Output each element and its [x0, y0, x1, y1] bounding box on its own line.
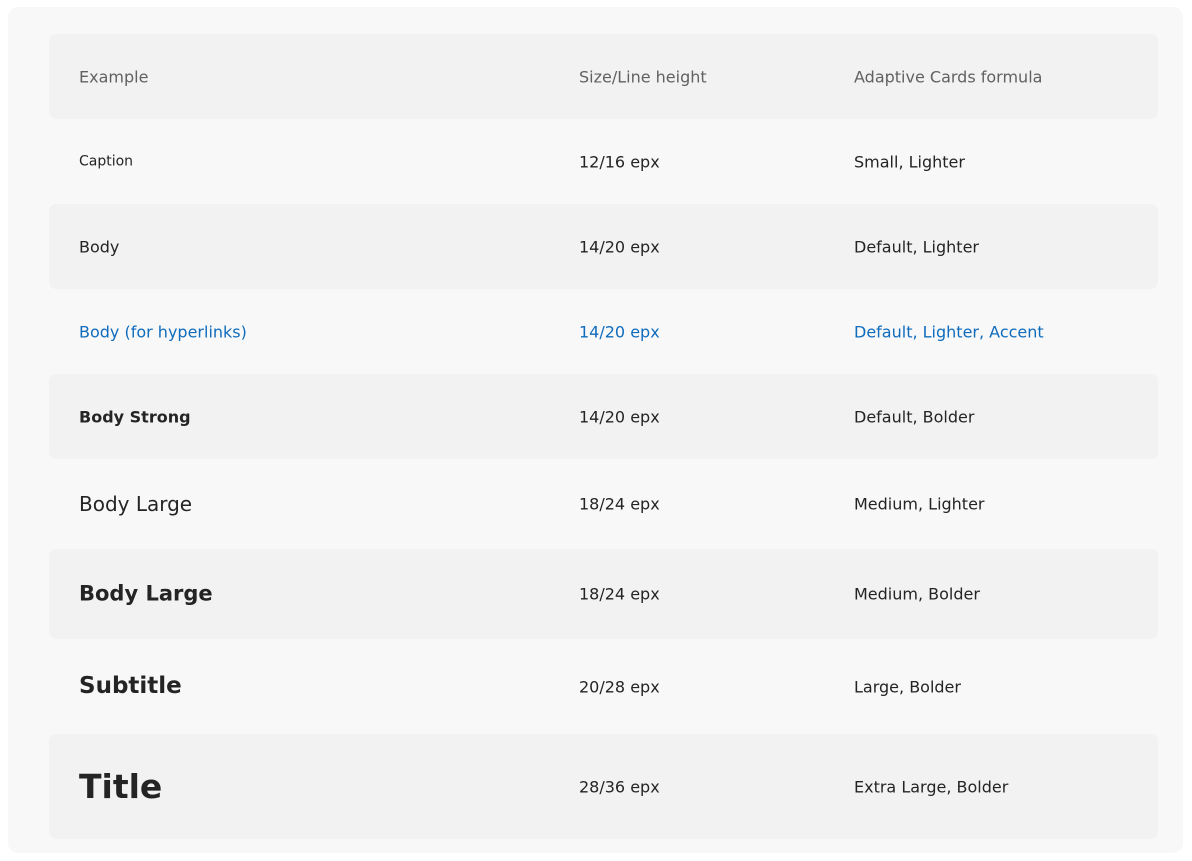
typography-table: Example Size/Line height Adaptive Cards … — [49, 34, 1158, 839]
example-caption: Caption — [79, 153, 134, 170]
example-subtitle: Subtitle — [79, 672, 182, 699]
formula-cell: Medium, Bolder — [854, 584, 980, 604]
column-header-example: Example — [79, 66, 149, 86]
example-body-large: Body Large — [79, 492, 193, 516]
size-cell: 18/24 epx — [579, 494, 660, 514]
size-cell: 14/20 epx — [579, 406, 660, 426]
table-row-body-strong: Body Strong 14/20 epx Default, Bolder — [49, 374, 1158, 459]
table-row-body-large-strong: Body Large 18/24 epx Medium, Bolder — [49, 549, 1158, 639]
formula-cell: Small, Lighter — [854, 151, 965, 171]
table-row-subtitle: Subtitle 20/28 epx Large, Bolder — [49, 639, 1158, 734]
table-row-body: Body 14/20 epx Default, Lighter — [49, 204, 1158, 289]
formula-cell: Default, Lighter — [854, 236, 979, 256]
size-cell: 28/36 epx — [579, 776, 660, 796]
table-row-body-hyperlink: Body (for hyperlinks) 14/20 epx Default,… — [49, 289, 1158, 374]
size-cell: 14/20 epx — [579, 321, 660, 341]
column-header-size: Size/Line height — [579, 66, 707, 86]
column-header-formula: Adaptive Cards formula — [854, 66, 1043, 86]
size-cell: 20/28 epx — [579, 676, 660, 696]
example-body-strong: Body Strong — [79, 406, 191, 426]
formula-cell: Default, Lighter, Accent — [854, 321, 1044, 341]
formula-cell: Extra Large, Bolder — [854, 776, 1009, 796]
table-row-title: Title 28/36 epx Extra Large, Bolder — [49, 734, 1158, 839]
formula-cell: Medium, Lighter — [854, 494, 985, 514]
example-title: Title — [79, 766, 163, 806]
size-cell: 18/24 epx — [579, 584, 660, 604]
size-cell: 14/20 epx — [579, 236, 660, 256]
example-body-hyperlink: Body (for hyperlinks) — [79, 321, 247, 341]
example-body: Body — [79, 236, 120, 256]
table-row-caption: Caption 12/16 epx Small, Lighter — [49, 119, 1158, 204]
table-header-row: Example Size/Line height Adaptive Cards … — [49, 34, 1158, 119]
formula-cell: Default, Bolder — [854, 406, 975, 426]
typography-panel: Example Size/Line height Adaptive Cards … — [8, 7, 1183, 853]
table-row-body-large: Body Large 18/24 epx Medium, Lighter — [49, 459, 1158, 549]
formula-cell: Large, Bolder — [854, 676, 961, 696]
example-body-large-strong: Body Large — [79, 581, 213, 606]
size-cell: 12/16 epx — [579, 151, 660, 171]
